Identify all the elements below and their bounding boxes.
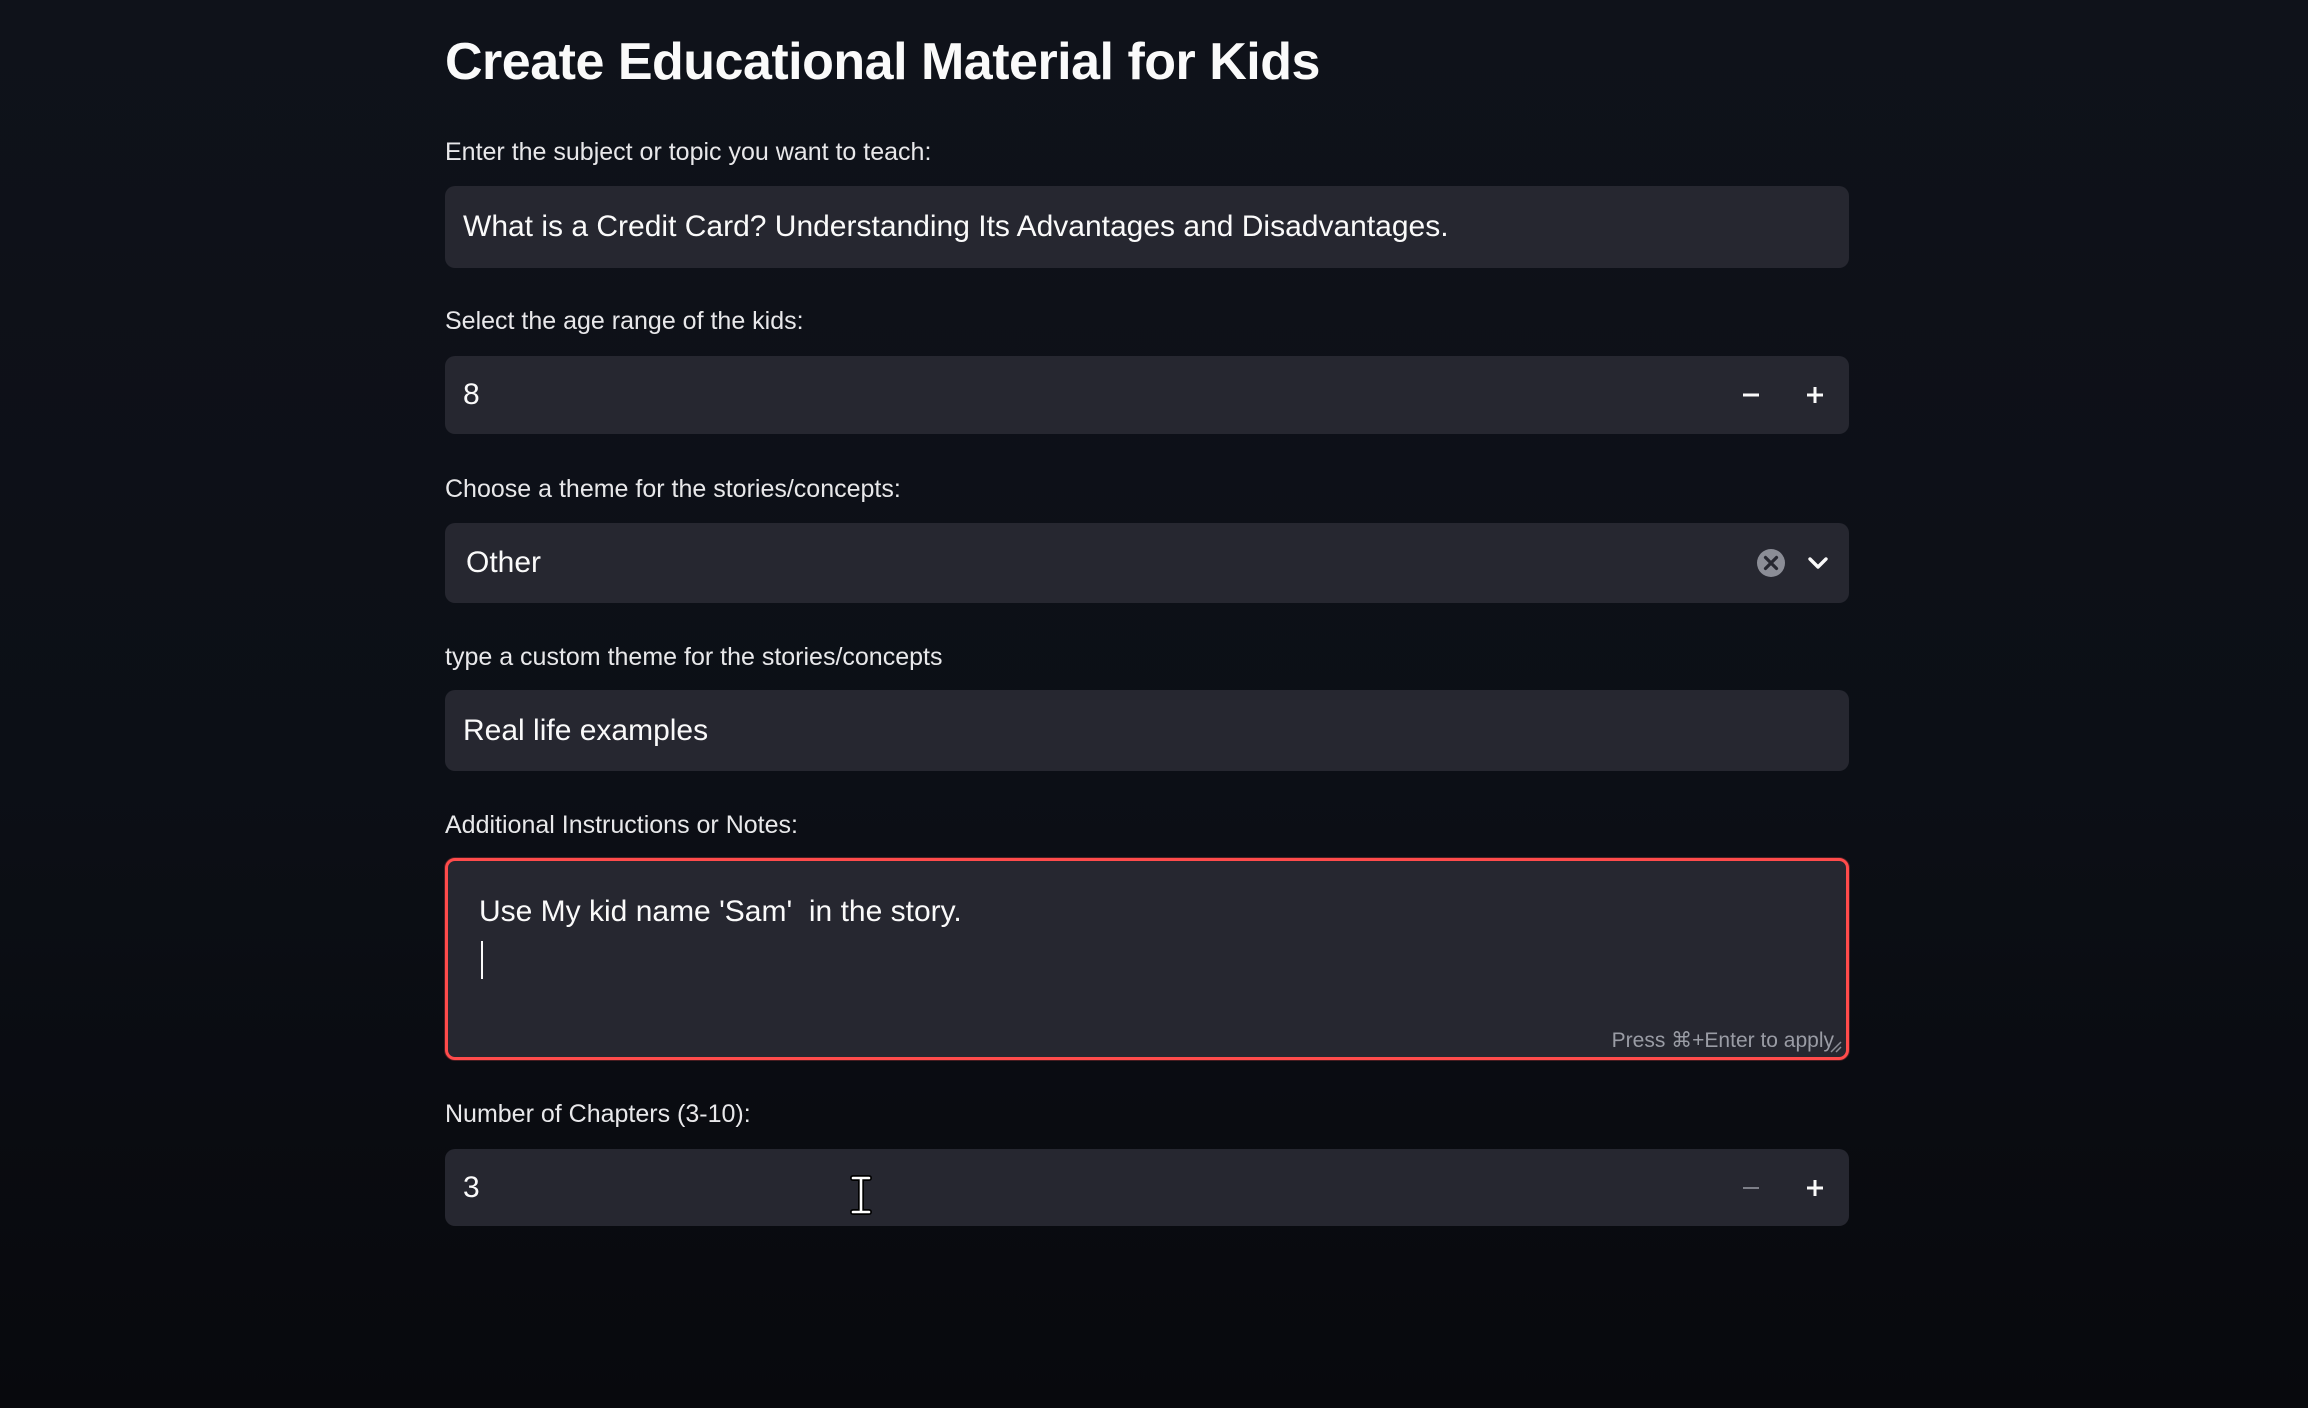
chevron-down-icon: [1808, 557, 1828, 569]
plus-icon: [1807, 387, 1823, 403]
chapters-number-input[interactable]: 3: [445, 1149, 1849, 1226]
topic-label: Enter the subject or topic you want to t…: [445, 138, 932, 166]
age-number-input[interactable]: 8: [445, 356, 1849, 434]
clear-selection-button[interactable]: [1755, 547, 1787, 579]
resize-handle-icon[interactable]: [1829, 1040, 1843, 1054]
theme-dropdown-toggle[interactable]: [1805, 550, 1831, 576]
text-cursor-icon: [850, 1175, 872, 1215]
age-input-value: 8: [463, 378, 480, 411]
theme-select[interactable]: Other: [445, 523, 1849, 603]
chapters-decrement-button[interactable]: [1719, 1149, 1783, 1226]
theme-selected-value: Other: [466, 546, 542, 579]
custom-theme-label: type a custom theme for the stories/conc…: [445, 643, 943, 671]
page-title: Create Educational Material for Kids: [445, 33, 1320, 91]
text-caret: [481, 941, 483, 979]
age-increment-button[interactable]: [1783, 356, 1847, 434]
notes-label: Additional Instructions or Notes:: [445, 811, 798, 839]
plus-icon: [1807, 1179, 1823, 1196]
chapters-input-value: 3: [463, 1170, 480, 1204]
topic-input[interactable]: What is a Credit Card? Understanding Its…: [445, 186, 1849, 268]
notes-textarea[interactable]: Use My kid name 'Sam' in the story. Pres…: [445, 858, 1849, 1060]
chapters-label: Number of Chapters (3-10):: [445, 1100, 751, 1128]
minus-icon: [1743, 1186, 1759, 1189]
age-decrement-button[interactable]: [1719, 356, 1783, 434]
age-label: Select the age range of the kids:: [445, 307, 804, 335]
custom-theme-value: Real life examples: [463, 713, 709, 747]
apply-hint: Press ⌘+Enter to apply: [1611, 1029, 1834, 1052]
topic-input-value: What is a Credit Card? Understanding Its…: [463, 210, 1449, 243]
clear-icon: [1757, 549, 1785, 577]
notes-value: Use My kid name 'Sam' in the story.: [479, 895, 962, 928]
custom-theme-input[interactable]: Real life examples: [445, 690, 1849, 771]
chapters-increment-button[interactable]: [1783, 1149, 1847, 1226]
theme-label: Choose a theme for the stories/concepts:: [445, 475, 901, 503]
minus-icon: [1743, 393, 1759, 397]
